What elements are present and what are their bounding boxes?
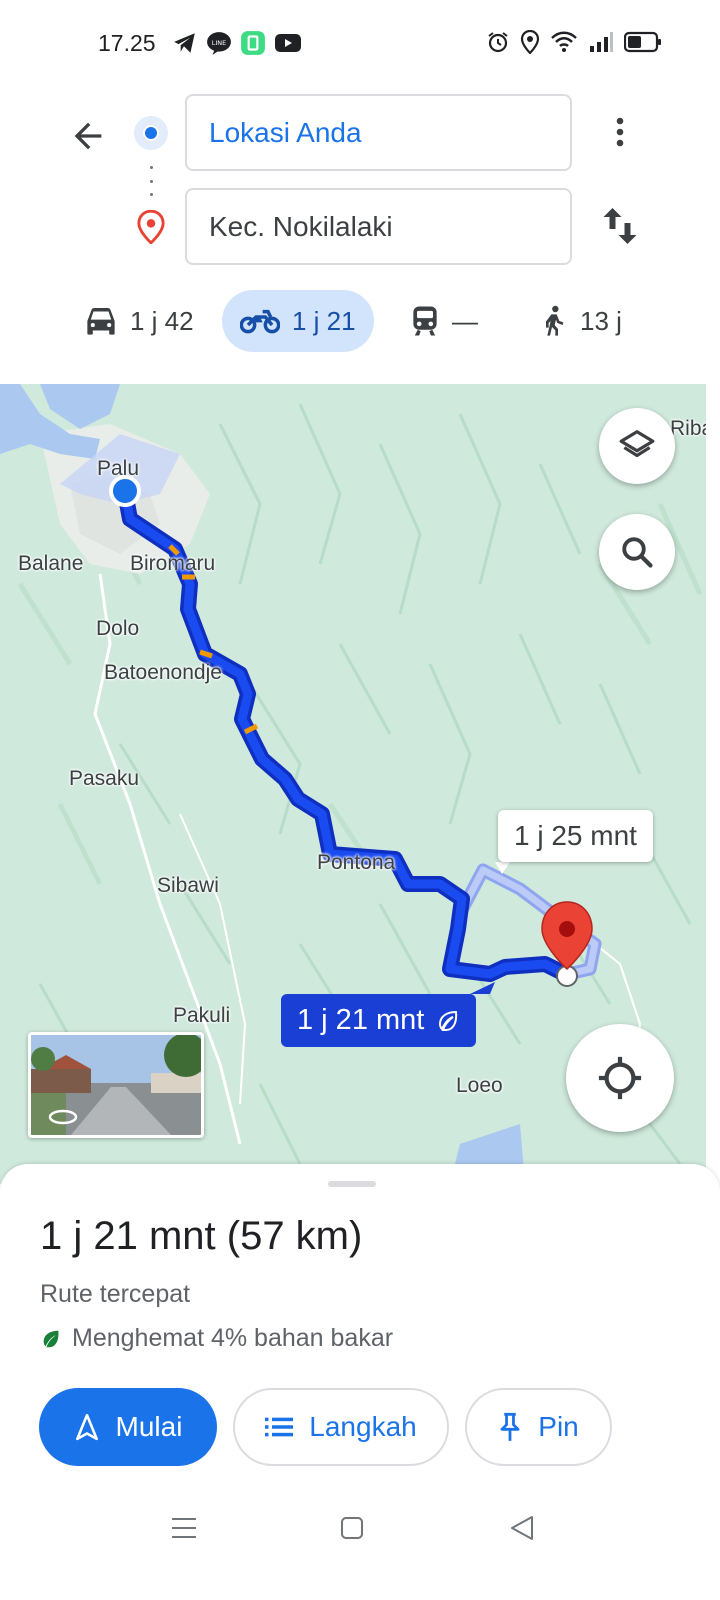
- youtube-icon: [275, 34, 301, 52]
- route-description: Rute tercepat: [40, 1280, 191, 1308]
- location-icon: [520, 30, 540, 54]
- status-system-icons: [486, 30, 662, 54]
- travel-mode-bar: 1 j 42 1 j 21 — 13 j: [0, 288, 720, 354]
- mode-walking-label: 13 j: [580, 305, 622, 336]
- triangle-back-icon: [511, 1516, 533, 1540]
- steps-button[interactable]: Langkah: [233, 1388, 449, 1466]
- pin-button-label: Pin: [538, 1411, 579, 1442]
- swap-button[interactable]: [596, 200, 644, 252]
- navigation-arrow-icon: [75, 1413, 98, 1441]
- back-button[interactable]: [60, 108, 116, 164]
- push-pin-icon: [500, 1412, 520, 1441]
- map-edge: [706, 384, 720, 1184]
- nav-home-button[interactable]: [332, 1510, 372, 1546]
- directions-header: Lokasi Anda Kec. Nokilalaki 1 j 42 1 j 2…: [0, 88, 720, 388]
- layers-icon: [619, 430, 655, 458]
- layers-button[interactable]: [599, 408, 675, 484]
- map-view[interactable]: Palu Balane Biromaru Dolo Batoenondje Pa…: [0, 384, 706, 1184]
- alt-route-label[interactable]: 1 j 25 mnt: [498, 810, 653, 862]
- more-vert-icon: [616, 117, 624, 147]
- place-label: Palu: [97, 457, 140, 480]
- start-button-label: Mulai: [115, 1411, 183, 1442]
- mode-motorcycle[interactable]: 1 j 21: [222, 290, 374, 352]
- mode-motorcycle-label: 1 j 21: [292, 305, 356, 336]
- menu-icon: [172, 1518, 196, 1538]
- arrow-back-icon: [74, 122, 102, 150]
- nav-back-button[interactable]: [502, 1510, 542, 1546]
- search-icon: [622, 537, 653, 568]
- car-icon: [87, 308, 115, 335]
- mode-transit-label: —: [452, 305, 478, 336]
- place-label: Pontona: [317, 851, 396, 874]
- place-label: Balane: [18, 552, 84, 575]
- mode-transit[interactable]: —: [392, 290, 496, 352]
- place-label: Pakuli: [173, 1004, 231, 1027]
- status-time: 17.25: [98, 30, 156, 56]
- status-app-icons: LINE: [172, 30, 302, 56]
- main-route-label-text: 1 j 21 mnt: [297, 1004, 425, 1036]
- sheet-drag-handle[interactable]: [328, 1181, 376, 1187]
- nav-menu-button[interactable]: [164, 1510, 204, 1546]
- destination-pin-icon: [136, 209, 166, 249]
- mode-car[interactable]: 1 j 42: [66, 290, 212, 352]
- square-home-icon: [341, 1517, 363, 1539]
- place-label: Riba: [670, 417, 706, 440]
- place-label: Pasaku: [69, 767, 140, 790]
- street-view-image: [31, 1035, 201, 1135]
- street-view-thumbnail[interactable]: [28, 1032, 204, 1138]
- map-search-button[interactable]: [599, 514, 675, 590]
- fuel-savings-row: Menghemat 4% bahan bakar: [40, 1324, 393, 1353]
- signal-icon: [590, 32, 613, 52]
- my-location-button[interactable]: [566, 1024, 674, 1132]
- origin-field[interactable]: Lokasi Anda: [185, 94, 572, 171]
- route-connector-icon: [149, 166, 153, 196]
- mode-walking[interactable]: 13 j: [522, 290, 640, 352]
- route-actions: Mulai Langkah Pin: [0, 1388, 720, 1468]
- wifi-icon: [551, 31, 577, 52]
- steps-button-label: Langkah: [309, 1411, 417, 1442]
- system-nav-bar: [0, 1490, 720, 1560]
- battery-icon: [624, 31, 661, 53]
- fuel-savings-text: Menghemat 4% bahan bakar: [72, 1324, 394, 1352]
- list-icon: [265, 1417, 294, 1437]
- telegram-icon: [174, 33, 195, 53]
- main-route-label[interactable]: 1 j 21 mnt: [281, 994, 477, 1047]
- status-bar: 17.25 LINE: [0, 0, 720, 88]
- alarm-icon: [488, 32, 508, 53]
- my-location-icon: [598, 1056, 642, 1100]
- place-label: Batoenondje: [104, 661, 222, 684]
- origin-dot-icon: [134, 116, 168, 150]
- destination-field[interactable]: Kec. Nokilalaki: [185, 188, 572, 265]
- svg-text:LINE: LINE: [212, 39, 227, 47]
- mode-car-label: 1 j 42: [130, 305, 194, 336]
- place-label: Loeo: [456, 1074, 503, 1097]
- start-button[interactable]: Mulai: [39, 1388, 217, 1466]
- place-label: Biromaru: [130, 552, 216, 575]
- swap-vert-icon: [603, 208, 637, 244]
- eco-leaf-icon: [439, 1010, 458, 1031]
- pin-button[interactable]: Pin: [465, 1388, 612, 1466]
- more-options-button[interactable]: [596, 108, 644, 156]
- train-icon: [413, 306, 437, 336]
- walking-icon: [546, 305, 564, 336]
- place-label: Dolo: [96, 617, 140, 640]
- place-label: Sibawi: [157, 874, 219, 897]
- line-icon: LINE: [207, 32, 231, 55]
- route-duration-distance: 1 j 21 mnt (57 km): [40, 1214, 363, 1258]
- motorcycle-icon: [240, 309, 280, 334]
- eco-leaf-icon: [43, 1330, 59, 1347]
- green-app-icon: [241, 31, 265, 55]
